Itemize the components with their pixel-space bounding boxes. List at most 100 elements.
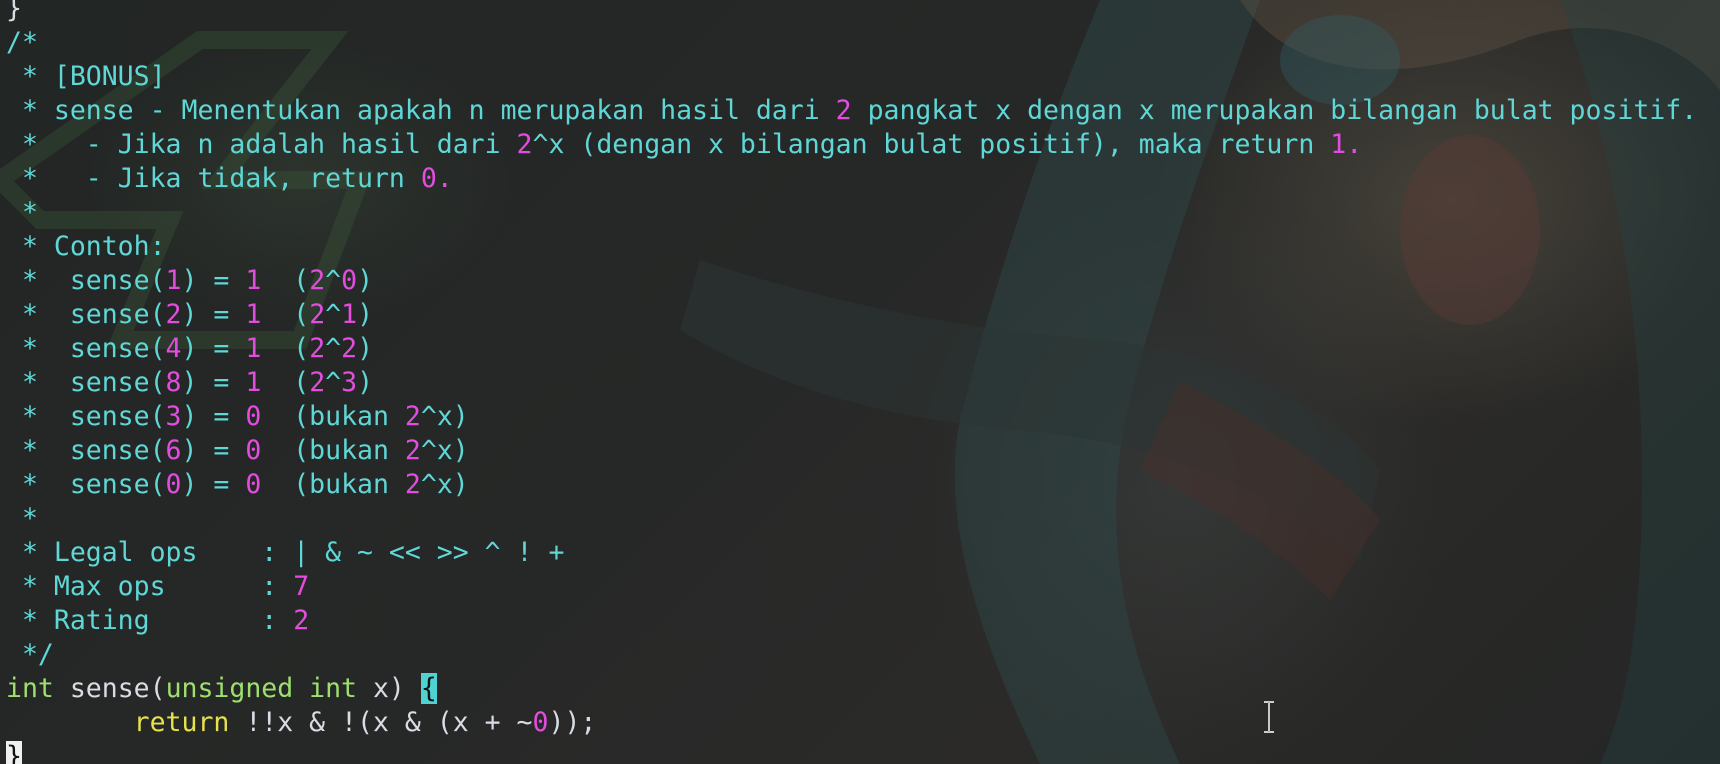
code-line[interactable]: * [BONUS]	[6, 60, 1697, 94]
code-token: 2	[835, 95, 852, 126]
code-token: * sense(	[6, 435, 166, 466]
code-line[interactable]: int sense(unsigned int x) {	[6, 672, 1697, 706]
code-token: 0	[165, 469, 182, 500]
code-token: 2	[309, 333, 326, 364]
code-line[interactable]: * sense(4) = 1 (2^2)	[6, 332, 1697, 366]
code-token: 0.	[420, 163, 453, 194]
code-line[interactable]: * sense(8) = 1 (2^3)	[6, 366, 1697, 400]
code-token: 0	[245, 469, 262, 500]
code-token: return	[133, 707, 230, 738]
code-line[interactable]: * sense(1) = 1 (2^0)	[6, 264, 1697, 298]
code-token: )	[357, 367, 374, 398]
code-token: ^x)	[420, 401, 469, 432]
code-token: !!x & !(x & (x + ~	[229, 707, 533, 738]
code-token: * Rating :	[6, 605, 294, 636]
code-token: (	[261, 367, 310, 398]
code-token: ^	[325, 333, 342, 364]
code-token: 1	[245, 367, 262, 398]
code-token: )	[357, 265, 374, 296]
code-line[interactable]: * sense(2) = 1 (2^1)	[6, 298, 1697, 332]
code-token: (bukan	[261, 435, 405, 466]
code-token: 4	[165, 333, 182, 364]
code-token: (bukan	[261, 469, 405, 500]
code-token: ^	[325, 367, 342, 398]
code-token: * sense(	[6, 333, 166, 364]
code-line[interactable]: * Max ops : 7	[6, 570, 1697, 604]
code-token: ) =	[181, 401, 246, 432]
code-token: ) =	[181, 435, 246, 466]
code-token: * sense(	[6, 401, 166, 432]
code-token: 0	[532, 707, 549, 738]
code-token: * [BONUS]	[6, 61, 166, 92]
code-token: * - Jika n adalah hasil dari	[6, 129, 517, 160]
code-token: (	[261, 299, 310, 330]
code-token: 1	[165, 265, 182, 296]
code-line[interactable]: * sense(0) = 0 (bukan 2^x)	[6, 468, 1697, 502]
code-token: 2	[341, 333, 358, 364]
code-token: 2	[309, 299, 326, 330]
code-token: 1	[245, 333, 262, 364]
code-token: 1.	[1330, 129, 1363, 160]
code-line[interactable]: * sense(3) = 0 (bukan 2^x)	[6, 400, 1697, 434]
code-token: *	[6, 197, 38, 228]
code-line[interactable]: * Contoh:	[6, 230, 1697, 264]
code-token: ) =	[181, 265, 246, 296]
code-token: 7	[293, 571, 310, 602]
code-token: * sense - Menentukan apakah n merupakan …	[6, 95, 836, 126]
code-token: * sense(	[6, 299, 166, 330]
code-token: 0	[245, 401, 262, 432]
code-token: 2	[516, 129, 533, 160]
code-line[interactable]: * Rating : 2	[6, 604, 1697, 638]
code-token: ^	[325, 265, 342, 296]
code-token: 1	[341, 299, 358, 330]
code-token: }	[6, 741, 22, 764]
code-editor[interactable]: } /* * [BONUS] * sense - Menentukan apaka…	[6, 0, 1697, 764]
terminal-window[interactable]: } /* * [BONUS] * sense - Menentukan apaka…	[0, 0, 1720, 764]
code-token: 2	[404, 435, 421, 466]
code-token: * sense(	[6, 265, 166, 296]
code-token: 1	[245, 299, 262, 330]
code-token: ));	[548, 707, 597, 738]
code-token: * Legal ops : | & ~ << >> ^ ! +	[6, 537, 565, 568]
code-token: * Contoh:	[6, 231, 166, 262]
code-token: 1	[245, 265, 262, 296]
code-line[interactable]: * Legal ops : | & ~ << >> ^ ! +	[6, 536, 1697, 570]
code-line[interactable]: * - Jika n adalah hasil dari 2^x (dengan…	[6, 128, 1697, 162]
code-line[interactable]: }	[6, 0, 1697, 26]
code-token: ) =	[181, 299, 246, 330]
code-token: 6	[165, 435, 182, 466]
code-line[interactable]: *	[6, 502, 1697, 536]
code-token: (	[261, 265, 310, 296]
code-line[interactable]: /*	[6, 26, 1697, 60]
code-token: 8	[165, 367, 182, 398]
code-token: unsigned int	[165, 673, 358, 704]
code-token: 0	[245, 435, 262, 466]
i-beam-cursor-icon	[1264, 701, 1274, 733]
code-line[interactable]: * sense(6) = 0 (bukan 2^x)	[6, 434, 1697, 468]
code-token: ^x (dengan x bilangan bulat positif), ma…	[532, 129, 1331, 160]
code-token: 0	[341, 265, 358, 296]
code-token: *	[6, 503, 38, 534]
code-line[interactable]: return !!x & !(x & (x + ~0));	[6, 706, 1697, 740]
code-token: (bukan	[261, 401, 405, 432]
code-token: ^x)	[420, 469, 469, 500]
code-line[interactable]: */	[6, 638, 1697, 672]
code-token: /*	[6, 27, 38, 58]
code-token: * - Jika tidak, return	[6, 163, 421, 194]
code-token: * sense(	[6, 469, 166, 500]
code-line[interactable]: }	[6, 740, 1697, 764]
code-token: )	[357, 333, 374, 364]
code-token: )	[357, 299, 374, 330]
code-token: * sense(	[6, 367, 166, 398]
code-token: {	[420, 673, 437, 704]
code-line[interactable]: * sense - Menentukan apakah n merupakan …	[6, 94, 1697, 128]
code-token: int	[6, 673, 54, 704]
code-token: ) =	[181, 469, 246, 500]
code-token: (	[261, 333, 310, 364]
code-line[interactable]: *	[6, 196, 1697, 230]
code-token: ) =	[181, 333, 246, 364]
code-line[interactable]: * - Jika tidak, return 0.	[6, 162, 1697, 196]
code-token: x)	[357, 673, 421, 704]
code-token: 2	[404, 469, 421, 500]
